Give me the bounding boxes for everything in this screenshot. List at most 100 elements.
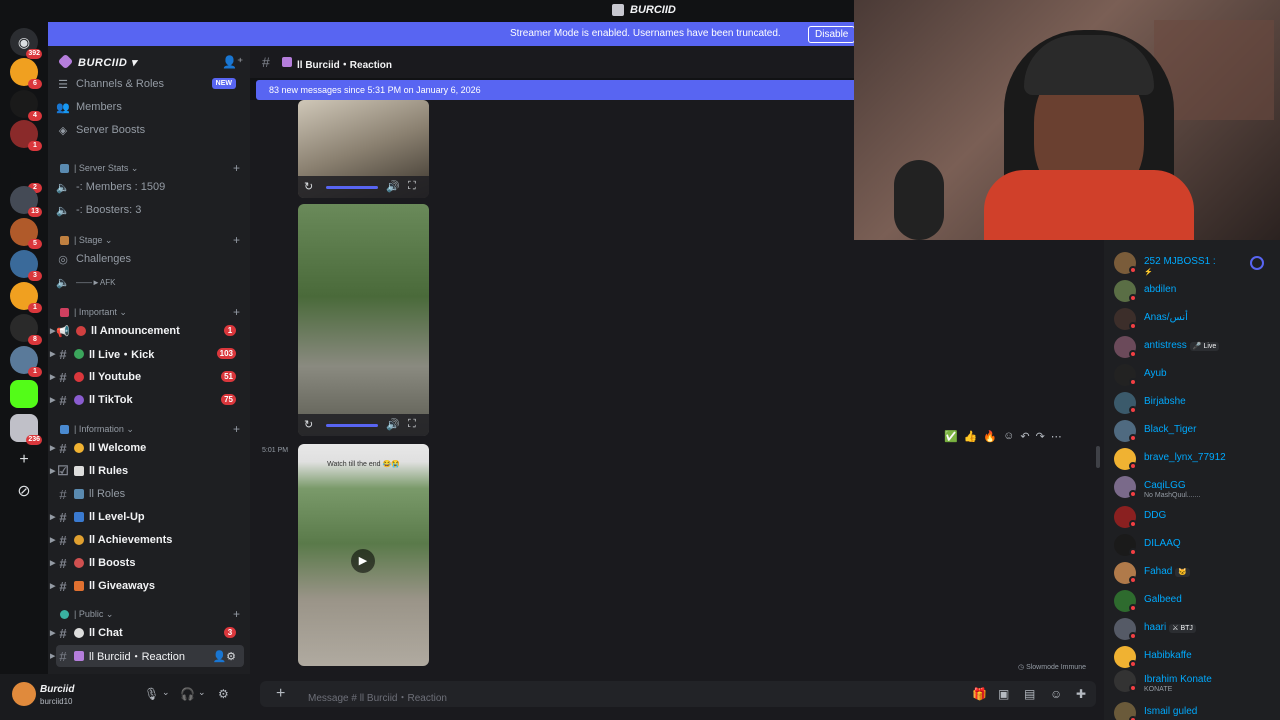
channel-roles[interactable]: # ll Roles [56,483,244,505]
fullscreen-icon[interactable]: ⛶ [408,180,416,193]
video-attachment[interactable]: ↻ 🔊 ⛶ [298,204,429,436]
server-icon-10[interactable]: 1 [10,346,42,377]
member-list-item[interactable]: Ismail guled [1114,700,1274,720]
reply-icon[interactable]: ↶ [1020,430,1029,443]
discover-icon[interactable]: ⊘ [14,482,34,502]
more-options-icon[interactable]: ⋯ [1051,430,1062,443]
channel-live-kick[interactable]: ▶ # ll Live・Kick 103 [50,343,244,365]
server-icon-8[interactable]: 1 [10,282,42,313]
chevron-down-icon[interactable]: ⌄ [162,687,170,698]
channel-chat[interactable]: ▶ # ll Chat 3 [50,622,244,644]
forward-icon[interactable]: ↷ [1036,430,1045,443]
member-list-item[interactable]: DDG [1114,504,1274,528]
replay-icon[interactable]: ↻ [304,418,313,431]
channel-giveaways[interactable]: ▶ # ll Giveaways [50,575,244,597]
add-reaction-icon[interactable]: ☺ [1003,430,1014,442]
member-list-item[interactable]: DILAAQ [1114,532,1274,556]
channel-tiktok[interactable]: ▶ # ll TikTok 75 [50,389,244,411]
channel-settings-icon[interactable]: 👤⚙ [212,650,236,663]
member-list-item[interactable]: Black_Tiger [1114,418,1274,442]
channel-welcome[interactable]: ▶ # ll Welcome [50,437,244,459]
server-icon-5[interactable]: 13 [10,186,42,217]
members-item[interactable]: 👥 Members [56,96,244,118]
channel-achievements[interactable]: ▶ # ll Achievements [50,529,244,551]
server-icon-active[interactable]: 236 [10,414,42,445]
category-stage[interactable]: | Stage ⌄ + [60,232,240,248]
chevron-down-icon[interactable]: ⌄ [198,687,206,698]
video-attachment[interactable]: Watch till the end 😂😭 ▶ [298,444,429,666]
member-list-item[interactable]: Fahad 🐱 [1114,560,1274,584]
channel-boosts[interactable]: ▶ # ll Boosts [50,552,244,574]
thumbs-up-reaction-icon[interactable]: 👍 [964,430,978,443]
member-list-item[interactable]: Ayub [1114,362,1274,386]
add-channel-icon[interactable]: + [233,422,240,436]
member-list-item[interactable]: Birjabshe [1114,390,1274,414]
category-public[interactable]: | Public ⌄ + [60,606,240,622]
add-channel-icon[interactable]: + [233,233,240,247]
add-channel-icon[interactable]: + [233,305,240,319]
voice-boosters-count[interactable]: 🔈 -: Boosters: 3 [56,199,244,221]
member-list-item[interactable]: Anas/أنس [1114,306,1274,330]
member-list-item[interactable]: abdilen [1114,278,1274,302]
voice-afk[interactable]: 🔈 ——►AFK [56,271,244,293]
check-reaction-icon[interactable]: ✅ [944,430,958,443]
server-icon-1[interactable]: 6 [10,58,42,89]
server-icon-7[interactable]: 3 [10,250,42,281]
play-icon[interactable]: ▶ [351,549,375,573]
member-list-item[interactable]: CaqiLGG No MashQuul....... [1114,474,1274,499]
member-list-item[interactable]: brave_lynx_77912 [1114,446,1274,470]
gif-icon[interactable]: ▣ [998,687,1009,701]
server-icon-9[interactable]: 8 [10,314,42,345]
server-name[interactable]: BURCIID ▾ [78,56,137,69]
category-important[interactable]: | Important ⌄ + [60,304,240,320]
channel-level-up[interactable]: ▶ # ll Level-Up [50,506,244,528]
member-list-item[interactable]: Ibrahim Konate KONATE [1114,668,1274,693]
upload-plus-icon[interactable]: + [276,685,285,703]
direct-messages-icon[interactable]: ◉ 392 [10,28,42,59]
channel-rules[interactable]: ▶ ☑ ll Rules [50,460,244,482]
video-progress[interactable] [326,186,378,189]
fire-reaction-icon[interactable]: 🔥 [983,430,997,443]
server-icon-2[interactable]: 4 [10,90,42,121]
message-input[interactable]: + Message # ll Burciid・Reaction 🎁 ▣ ▤ ☺ … [260,681,1096,707]
replay-icon[interactable]: ↻ [304,180,313,193]
new-messages-bar[interactable]: 83 new messages since 5:31 PM on January… [256,80,854,100]
volume-icon[interactable]: 🔊 [386,180,400,193]
channels-roles-item[interactable]: ☰ Channels & Roles NEW [56,73,244,95]
server-boosts-item[interactable]: ◈ Server Boosts [56,119,244,141]
disable-streamer-mode-button[interactable]: Disable [808,26,856,43]
server-icon-3[interactable]: 1 [10,120,42,151]
video-progress[interactable] [326,424,378,427]
user-name[interactable]: Burciid [40,684,74,695]
member-list-item[interactable]: Galbeed [1114,588,1274,612]
settings-gear-icon[interactable]: ⚙ [218,687,229,701]
channel-announcement[interactable]: ▶ 📢 ll Announcement 1 [50,320,244,342]
video-attachment[interactable]: ↻ 🔊 ⛶ [298,100,429,198]
channel-burciid-reaction[interactable]: ▶ # ll Burciid・Reaction 👤⚙ [50,645,244,667]
add-server-icon[interactable]: + [14,450,34,470]
apps-icon[interactable]: ✚ [1076,687,1086,701]
avatar[interactable] [12,682,36,706]
headphones-icon[interactable]: 🎧 [180,687,195,701]
microphone-icon[interactable]: 🎙 [144,687,159,701]
member-list-item[interactable]: haari ⚔ BTJ [1114,616,1274,640]
add-channel-icon[interactable]: + [233,161,240,175]
server-icon-6[interactable]: 5 [10,218,42,249]
kick-server-icon[interactable] [10,380,38,408]
member-list-item[interactable]: Habibkaffe [1114,644,1274,668]
stage-challenges[interactable]: ◎ Challenges [56,248,244,270]
category-information[interactable]: | Information ⌄ + [60,421,240,437]
voice-members-count[interactable]: 🔈 -: Members : 1509 [56,176,244,198]
volume-icon[interactable]: 🔊 [386,418,400,431]
fullscreen-icon[interactable]: ⛶ [408,418,416,431]
scrollbar[interactable] [1096,446,1100,468]
gift-icon[interactable]: 🎁 [972,687,987,701]
member-list-item[interactable]: antistress 🎤 Live [1114,334,1274,358]
category-server-stats[interactable]: | Server Stats ⌄ + [60,160,240,176]
invite-people-icon[interactable]: 👤⁺ [222,55,243,69]
add-channel-icon[interactable]: + [233,607,240,621]
channel-youtube[interactable]: ▶ # ll Youtube 51 [50,366,244,388]
emoji-icon[interactable]: ☺ [1050,687,1062,701]
hash-icon: # [59,392,67,408]
sticker-icon[interactable]: ▤ [1024,687,1035,701]
